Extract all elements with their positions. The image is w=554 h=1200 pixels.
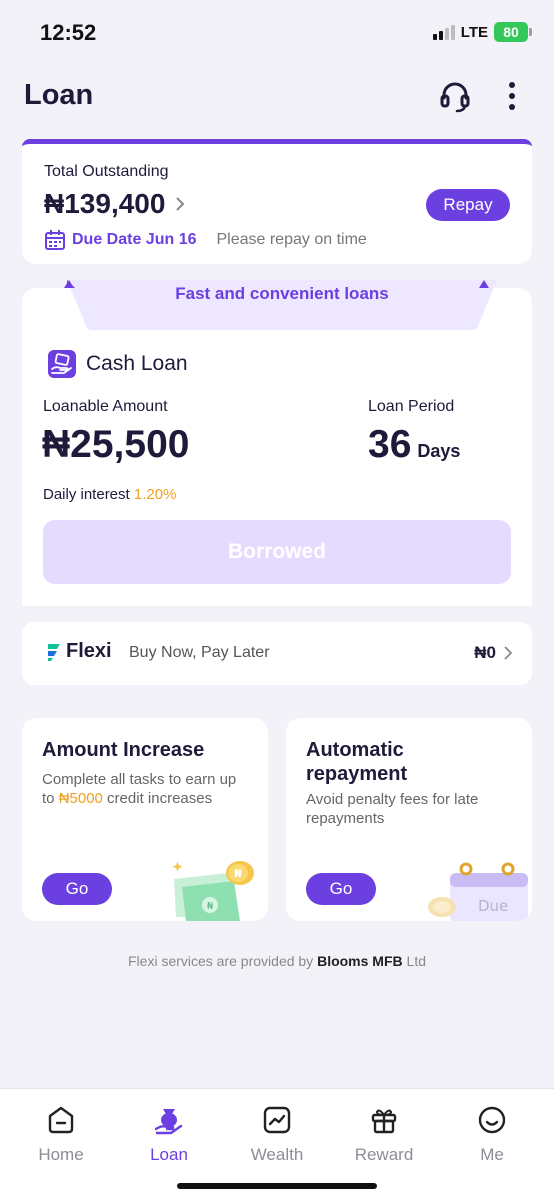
network-label: LTE — [460, 23, 488, 41]
home-icon — [48, 1106, 74, 1134]
repay-hint: Please repay on time — [216, 231, 367, 248]
chevron-right-icon — [176, 197, 185, 211]
loanable-amount-label: Loanable Amount — [43, 398, 168, 415]
tab-wealth[interactable]: Wealth — [232, 1105, 322, 1165]
provider-name: Blooms MFB — [317, 953, 403, 969]
calendar-icon — [45, 230, 65, 250]
tab-home[interactable]: Home — [16, 1105, 106, 1165]
tab-loan-label: Loan — [150, 1145, 188, 1164]
flexi-brand: Flexi — [66, 640, 112, 662]
tab-wealth-label: Wealth — [250, 1145, 304, 1164]
flexi-logo: Flexi — [46, 640, 112, 663]
flexi-balance: ₦0 — [474, 643, 496, 662]
loan-period-unit: Days — [417, 441, 461, 461]
tab-loan[interactable]: Loan — [124, 1105, 214, 1165]
battery-level: 80 — [494, 22, 528, 42]
loan-period-label: Loan Period — [368, 398, 455, 415]
due-art-label: Due — [478, 897, 508, 915]
cash-loan-header: Cash Loan — [48, 350, 188, 378]
daily-interest: Daily interest 1.20% — [43, 486, 176, 503]
due-calendar-illustration-icon: Due — [428, 862, 528, 921]
outstanding-label: Total Outstanding — [44, 163, 169, 180]
amount-increase-desc: Complete all tasks to earn up to ₦5000 c… — [42, 771, 237, 807]
svg-text:₦: ₦ — [207, 901, 214, 912]
wealth-icon — [263, 1106, 291, 1134]
status-bar: 12:52 LTE 80 — [0, 0, 554, 62]
page-title: Loan — [24, 79, 94, 111]
loanable-amount: ₦25,500 — [42, 423, 190, 466]
amount-increase-card: Amount Increase Complete all tasks to ea… — [22, 718, 268, 921]
auto-repayment-go-button[interactable]: Go — [306, 873, 376, 905]
loan-period-value: 36 — [368, 423, 412, 466]
headset-icon[interactable] — [438, 79, 472, 113]
due-date: Due Date Jun 16 — [72, 231, 197, 248]
flexi-card[interactable]: Flexi Buy Now, Pay Later ₦0 — [22, 622, 532, 685]
outstanding-amount: ₦139,400 — [44, 188, 166, 219]
cash-loan-icon — [48, 350, 76, 378]
amount-increase-title: Amount Increase — [42, 739, 205, 761]
cash-loan-card: Fast and convenient loans Cash Loan Loan… — [22, 280, 532, 606]
amount-increase-go-button[interactable]: Go — [42, 873, 112, 905]
home-indicator[interactable] — [177, 1183, 377, 1189]
provider-note: Flexi services are provided by Blooms MF… — [128, 953, 426, 969]
tab-home-label: Home — [38, 1145, 84, 1164]
tab-reward[interactable]: Reward — [339, 1105, 429, 1165]
page-header: Loan — [0, 62, 554, 134]
svg-text:₦: ₦ — [234, 867, 242, 880]
status-time: 12:52 — [40, 20, 97, 45]
flexi-balance-link: ₦0 — [474, 643, 512, 663]
tab-me[interactable]: Me — [447, 1105, 537, 1165]
reward-icon — [371, 1109, 397, 1134]
daily-interest-rate: 1.20% — [133, 486, 177, 503]
daily-interest-label: Daily interest — [43, 486, 130, 503]
due-date-row: Due Date Jun 16 Please repay on time — [44, 229, 367, 251]
borrowed-button[interactable]: Borrowed — [43, 520, 511, 584]
auto-repayment-card: Automatic repayment Avoid penalty fees f… — [286, 718, 532, 921]
banner-text: Fast and convenient loans — [175, 284, 389, 303]
loan-icon — [154, 1109, 183, 1135]
auto-repayment-title: Automatic repayment — [306, 739, 408, 785]
status-indicators: LTE 80 — [432, 22, 532, 42]
money-illustration-icon: ₦ ₦ — [172, 861, 254, 921]
signal-icon — [432, 24, 455, 40]
tab-reward-label: Reward — [354, 1145, 414, 1164]
flexi-logo-icon — [48, 643, 60, 661]
chevron-right-icon — [504, 646, 512, 660]
promo-banner: Fast and convenient loans — [64, 280, 497, 330]
cash-loan-title: Cash Loan — [86, 352, 188, 375]
outstanding-amount-link[interactable]: ₦139,400 — [44, 188, 185, 220]
auto-repayment-desc: Avoid penalty fees for late repayments — [306, 791, 479, 827]
flexi-tagline: Buy Now, Pay Later — [129, 644, 270, 661]
loan-period: 36 Days — [368, 423, 460, 467]
more-icon[interactable] — [500, 79, 524, 113]
credit-increase-amount: ₦5000 — [58, 790, 103, 807]
tab-me-label: Me — [480, 1145, 504, 1164]
battery-icon: 80 — [494, 22, 532, 42]
repay-button[interactable]: Repay — [426, 189, 510, 221]
outstanding-card: Total Outstanding ₦139,400 Repay Due Dat… — [22, 139, 532, 264]
me-icon — [478, 1106, 506, 1134]
